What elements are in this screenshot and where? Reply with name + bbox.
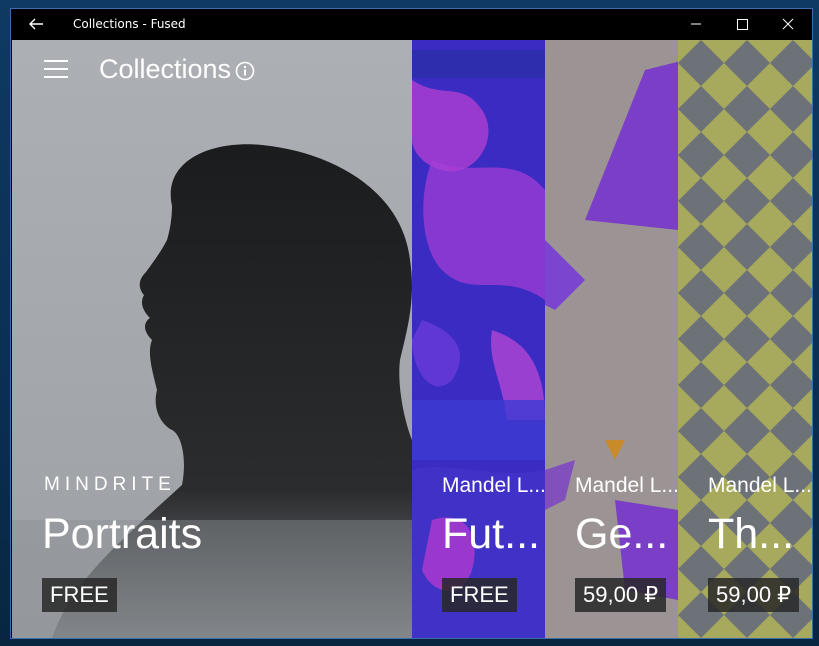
- card-title: Portraits: [42, 510, 203, 558]
- back-button[interactable]: [25, 14, 47, 34]
- price-badge: FREE: [442, 578, 517, 612]
- back-arrow-icon: [29, 18, 43, 30]
- card-publisher: MINDRITE: [44, 474, 176, 495]
- collection-card-portraits[interactable]: MINDRITE Portraits FREE: [12, 40, 412, 638]
- price-badge: 59,00 ₽: [708, 578, 800, 612]
- collections-content: MINDRITE Portraits FREE Mandel L... Fut.…: [12, 40, 812, 638]
- info-icon[interactable]: [235, 61, 255, 81]
- collection-card-th[interactable]: Mandel L... Th... 59,00 ₽: [678, 40, 812, 638]
- collection-card-futures[interactable]: Mandel L... Fut... FREE: [412, 40, 545, 638]
- card-publisher: Mandel L...: [442, 474, 545, 497]
- minimize-button[interactable]: [673, 9, 719, 39]
- close-button[interactable]: [765, 9, 811, 39]
- hamburger-line: [44, 60, 68, 62]
- card-publisher: Mandel L...: [575, 474, 678, 497]
- collection-card-geo[interactable]: Mandel L... Ge... 59,00 ₽: [545, 40, 678, 638]
- hamburger-line: [44, 76, 68, 78]
- price-badge: 59,00 ₽: [575, 578, 667, 612]
- minimize-icon: [691, 23, 701, 25]
- card-title: Fut...: [442, 510, 540, 558]
- hamburger-line: [44, 68, 68, 70]
- page-title: Collections: [99, 54, 232, 84]
- card-publisher: Mandel L...: [708, 474, 812, 497]
- close-icon: [782, 18, 794, 30]
- maximize-icon: [737, 19, 748, 30]
- app-window: Collections - Fused MINDRITE Portraits F…: [10, 8, 813, 639]
- card-title: Th...: [708, 510, 795, 558]
- window-title: Collections - Fused: [73, 17, 186, 31]
- card-title: Ge...: [575, 510, 669, 558]
- app-header: Collections: [12, 40, 412, 100]
- price-badge: FREE: [42, 578, 117, 612]
- title-bar: Collections - Fused: [11, 9, 812, 39]
- hamburger-menu-button[interactable]: [44, 60, 68, 78]
- maximize-button[interactable]: [719, 9, 765, 39]
